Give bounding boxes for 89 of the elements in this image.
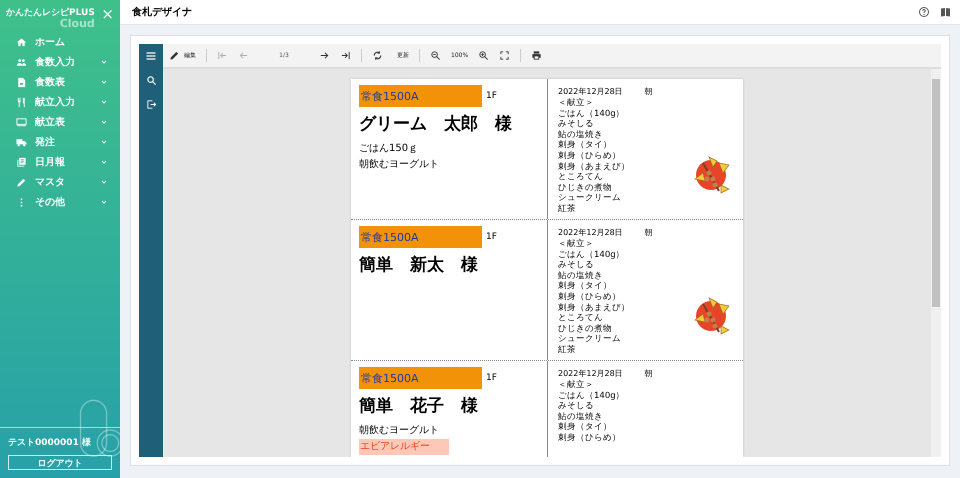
diet-label: 常食1500A xyxy=(359,85,482,107)
meal-time: 朝 xyxy=(644,86,653,97)
menu-line: 刺身（タイ） xyxy=(558,140,613,151)
floor-label: 1F xyxy=(486,232,497,242)
search-icon[interactable] xyxy=(146,75,156,88)
menu-item[interactable]: 献立入力 xyxy=(0,92,120,112)
toolbar-button[interactable] xyxy=(499,50,510,61)
print-icon xyxy=(531,50,542,61)
menu-line: みそしる xyxy=(558,401,595,412)
menu-line: ＜献立＞ xyxy=(558,98,595,109)
diet-label: 常食1500A xyxy=(359,367,482,389)
menu-line: ＜献立＞ xyxy=(558,380,595,391)
note-text: 朝飲むヨーグルト xyxy=(359,424,439,438)
page-title: 食札デザイナ xyxy=(132,6,193,19)
date-text: 2022年12月28日 xyxy=(558,227,623,238)
arrow-left-icon xyxy=(238,50,249,61)
app-subtitle: Cloud xyxy=(60,19,95,28)
menu-item[interactable]: 献立表 xyxy=(0,112,120,132)
menu-item[interactable]: ホーム xyxy=(0,32,120,52)
menu-item[interactable]: 発注 xyxy=(0,132,120,152)
meal-time: 朝 xyxy=(644,227,653,238)
book-icon[interactable] xyxy=(940,6,952,18)
menu-line: シュークリーム xyxy=(558,334,622,345)
menu-line: ところてん xyxy=(558,313,604,324)
menu-line: みそしる xyxy=(558,260,595,271)
logout-button[interactable]: ログアウト xyxy=(8,455,112,470)
menu-line: 刺身（ひらめ） xyxy=(558,292,622,303)
patient-name: 簡単 新太 様 xyxy=(359,254,479,276)
toolbar-button[interactable] xyxy=(340,50,351,61)
menu-item[interactable]: 日月報 xyxy=(0,152,120,172)
zoom-out-icon xyxy=(430,50,441,61)
fullscreen-icon xyxy=(499,50,510,61)
menu-line: 紅茶 xyxy=(558,344,577,356)
cutlery-icon xyxy=(16,96,27,108)
toolbar-button[interactable] xyxy=(478,50,490,61)
close-button[interactable]: × xyxy=(101,6,114,22)
pencil-icon xyxy=(16,176,27,188)
monitor-icon xyxy=(16,116,27,128)
menu-line: 刺身（ひらめ） xyxy=(558,432,622,444)
toolbar-button[interactable] xyxy=(430,50,441,61)
toolbar-button[interactable] xyxy=(319,50,330,61)
menu-line: ごはん（140g） xyxy=(558,390,626,402)
menu-item[interactable]: その他 xyxy=(0,192,120,212)
menu-line: ひじきの煮物 xyxy=(558,324,613,334)
edit-icon xyxy=(169,50,180,61)
diet-label: 常食1500A xyxy=(359,226,482,248)
document-icon xyxy=(16,76,27,88)
menu-item[interactable]: 食数表 xyxy=(0,72,120,92)
date-text: 2022年12月28日 xyxy=(558,368,623,379)
menu-line: 刺身（タイ） xyxy=(558,422,613,433)
toolbar-button[interactable] xyxy=(531,50,542,61)
user-name: テスト0000001 様 xyxy=(7,436,92,450)
zoom-in-icon xyxy=(478,50,490,61)
menu-line: 刺身（タイ） xyxy=(558,281,613,292)
floor-label: 1F xyxy=(486,91,497,101)
allergy-label: エビアレルギー xyxy=(359,439,449,455)
home-icon xyxy=(16,36,27,48)
note-text: ごはん150ｇ xyxy=(359,142,418,156)
people-icon xyxy=(16,56,27,68)
patient-name: グリーム 太郎 様 xyxy=(359,113,513,135)
meal-time: 朝 xyxy=(644,368,653,379)
menu-line: シュークリーム xyxy=(558,193,622,204)
arrow-right-icon xyxy=(319,50,330,61)
help-icon[interactable] xyxy=(918,6,930,18)
menu-line: 刺身（あまえび） xyxy=(558,302,631,314)
last-page-icon xyxy=(340,50,351,61)
menu-item[interactable]: 食数入力 xyxy=(0,52,120,72)
menu-line: 刺身（あまえび） xyxy=(558,162,631,172)
menu-line: 鮎の塩焼き xyxy=(558,270,604,281)
menu-item[interactable]: マスタ xyxy=(0,172,120,192)
refresh-icon xyxy=(372,50,383,61)
menu-line: ごはん（140g） xyxy=(558,250,626,260)
menu-line: ＜献立＞ xyxy=(558,239,595,250)
floor-label: 1F xyxy=(486,373,497,383)
menu-line: 刺身（ひらめ） xyxy=(558,150,622,162)
menu-line: ごはん（140g） xyxy=(558,108,626,120)
date-text: 2022年12月28日 xyxy=(558,86,623,97)
patient-name: 簡単 花子 様 xyxy=(359,395,479,417)
truck-icon xyxy=(16,136,27,148)
app-title: かんたんレシピPLUS xyxy=(6,6,95,18)
first-page-icon xyxy=(217,50,228,61)
menu-line: 紅茶 xyxy=(558,204,577,215)
note-text: 朝飲むヨーグルト xyxy=(359,158,439,172)
menu-line: ひじきの煮物 xyxy=(558,182,613,194)
menu-line: みそしる xyxy=(558,119,595,130)
menu-line: 鮎の塩焼き xyxy=(558,412,604,422)
menu-line: ところてん xyxy=(558,172,604,183)
book-icon xyxy=(16,156,27,168)
menu-line: 鮎の塩焼き xyxy=(558,130,604,140)
